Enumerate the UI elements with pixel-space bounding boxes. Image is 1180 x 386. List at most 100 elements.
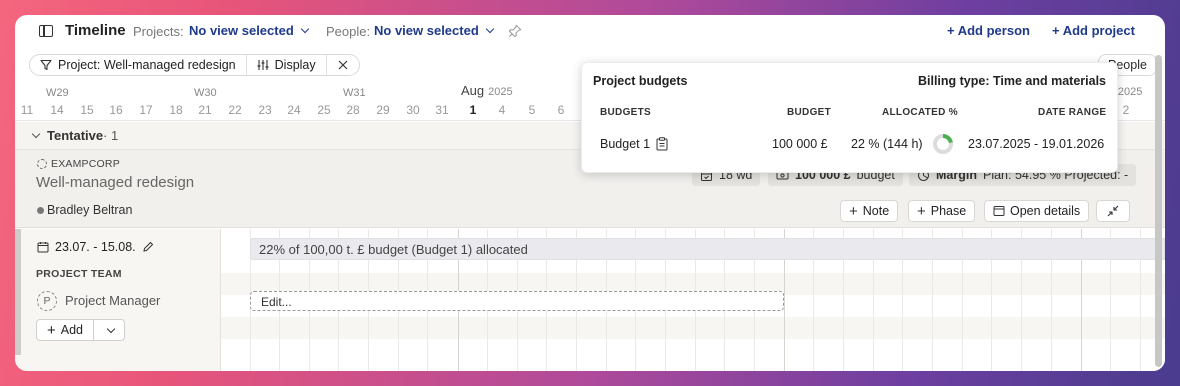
open-details-button[interactable]: Open details [984, 200, 1090, 222]
chevron-down-icon [485, 24, 495, 34]
day-label: 4 [498, 103, 506, 117]
grid-row [221, 349, 1165, 371]
day-label: 24 [287, 103, 301, 117]
projects-view-label: Projects: [133, 24, 184, 39]
clipboard-icon [656, 137, 668, 151]
project-filter-label: Project: Well-managed redesign [58, 58, 236, 72]
add-note-button[interactable]: + Note [840, 200, 899, 222]
month-year: 2025 [488, 86, 513, 98]
day-label: 18 [169, 103, 183, 117]
project-owner: Bradley Beltran [47, 203, 133, 217]
people-view-label: People: [326, 24, 371, 39]
day-label: 28 [346, 103, 360, 117]
people-view-value: No view selected [374, 23, 479, 38]
budget-amount-cell: 100 000 £ [772, 137, 828, 151]
day-label: 25 [317, 103, 331, 117]
role-name[interactable]: Project Manager [65, 293, 160, 308]
clear-filter-button[interactable] [325, 55, 359, 75]
week-label: W31 [343, 87, 366, 99]
group-title: Tentative [47, 128, 104, 143]
sliders-icon [257, 60, 269, 70]
project-color-bar [15, 229, 21, 355]
week-label: W30 [194, 87, 217, 99]
day-label: 17 [139, 103, 153, 117]
projects-view-value: No view selected [189, 23, 294, 38]
project-name[interactable]: Well-managed redesign [36, 174, 194, 191]
grid-row [221, 317, 1165, 339]
day-label: 6 [557, 103, 565, 117]
project-detail-panel: 23.07. - 15.08. PROJECT TEAM P Project M… [15, 229, 221, 371]
group-count: · 1 [103, 128, 119, 143]
allocated-cell: 22 % (144 h) [851, 137, 923, 151]
day-label: 23 [258, 103, 272, 117]
role-allocation-edit[interactable]: Edit... [250, 291, 784, 311]
project-team-label: PROJECT TEAM [36, 268, 122, 280]
close-icon [338, 60, 348, 70]
date-range-value: 23.07. - 15.08. [55, 240, 136, 254]
project-budgets-popover: Project budgets Billing type: Time and m… [581, 62, 1118, 173]
chevron-down-icon [106, 324, 116, 333]
top-header: Timeline Projects: No view selected Peop… [15, 15, 1165, 47]
open-details-label: Open details [1010, 204, 1081, 218]
billing-type: Billing type: Time and materials [917, 74, 1106, 88]
note-label: Note [862, 204, 890, 218]
day-label: 14 [50, 103, 64, 117]
sidebar-toggle-icon[interactable] [39, 25, 53, 37]
client-name: EXAMPCORP [51, 158, 120, 170]
phase-label: Phase [930, 204, 967, 218]
role-avatar: P [37, 291, 57, 311]
month-label: Aug 2025 [461, 83, 513, 98]
chevron-down-icon[interactable] [31, 129, 41, 139]
day-label: 21 [198, 103, 212, 117]
day-label: 22 [228, 103, 242, 117]
budget-name: Budget 1 [600, 137, 651, 151]
day-label: 30 [406, 103, 420, 117]
add-button[interactable]: + Add [37, 320, 95, 340]
calendar-icon [37, 242, 49, 253]
column-header-budgets: BUDGETS [600, 107, 651, 118]
day-label: 1 [469, 103, 477, 117]
day-label: 15 [80, 103, 94, 117]
column-header-allocated: ALLOCATED % [882, 107, 958, 118]
chevron-down-icon [300, 24, 310, 34]
day-label: 5 [528, 103, 536, 117]
add-label: Add [60, 323, 84, 337]
pencil-icon[interactable] [142, 241, 154, 253]
column-header-budget: BUDGET [787, 107, 832, 118]
column-header-date-range: DATE RANGE [1038, 107, 1107, 118]
budget-allocation-bar[interactable]: 22% of 100,00 t. £ budget (Budget 1) all… [250, 238, 1165, 260]
add-project-button[interactable]: + Add project [1052, 23, 1135, 38]
collapse-button[interactable] [1096, 200, 1130, 222]
plus-icon: + [849, 202, 858, 220]
day-label: 29 [376, 103, 390, 117]
day-label: 16 [109, 103, 123, 117]
filter-icon [40, 59, 52, 71]
pin-icon[interactable] [508, 24, 522, 38]
people-view-select[interactable]: No view selected [374, 23, 495, 38]
day-label: 11 [20, 103, 34, 117]
add-dropdown-button[interactable] [94, 320, 124, 340]
budget-row-name[interactable]: Budget 1 [600, 137, 668, 151]
month-year: 2025 [1117, 86, 1143, 98]
open-panel-icon [993, 206, 1005, 216]
project-filter-chip[interactable]: Project: Well-managed redesign [30, 55, 246, 75]
month-name: Aug [461, 83, 485, 98]
display-button-label: Display [274, 58, 316, 72]
app-window: Timeline Projects: No view selected Peop… [15, 15, 1165, 371]
projects-view-select[interactable]: No view selected [189, 23, 310, 38]
popover-title: Project budgets [593, 74, 688, 88]
client-status-icon [37, 159, 47, 169]
add-team-member-control: + Add [36, 319, 126, 341]
week-label: W29 [46, 87, 69, 99]
display-button[interactable]: Display [245, 55, 326, 75]
day-label: 31 [435, 103, 449, 117]
add-person-button[interactable]: + Add person [947, 23, 1030, 38]
plus-icon: + [47, 321, 56, 339]
allocation-donut-icon [933, 134, 953, 154]
add-phase-button[interactable]: + Phase [908, 200, 976, 222]
page-title: Timeline [65, 22, 126, 39]
vertical-scrollbar[interactable] [1155, 55, 1162, 367]
owner-status-dot [37, 207, 44, 214]
collapse-arrows-icon [1107, 205, 1119, 217]
project-date-range[interactable]: 23.07. - 15.08. [37, 240, 154, 254]
